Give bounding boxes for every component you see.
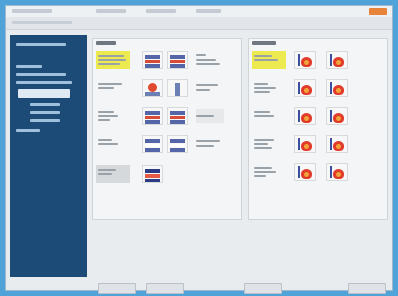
layer-stack-icon[interactable] (142, 107, 163, 125)
row-description (196, 109, 224, 123)
left-panel (92, 38, 242, 220)
text-line (98, 55, 124, 57)
list-item[interactable] (252, 77, 386, 99)
row-label (252, 163, 286, 181)
layer-stack-icon[interactable] (167, 107, 188, 125)
sidebar (10, 35, 87, 277)
heat-icon[interactable] (294, 51, 316, 69)
app-window (5, 5, 393, 294)
menu-item[interactable] (196, 9, 221, 13)
list-item[interactable] (252, 49, 386, 71)
sidebar-item[interactable] (16, 129, 40, 132)
row-label (96, 135, 130, 153)
heat-icon[interactable] (294, 107, 316, 125)
heat-icon[interactable] (326, 107, 348, 125)
row-description (196, 81, 224, 95)
sidebar-item[interactable] (16, 43, 66, 46)
row-label (252, 51, 286, 69)
sidebar-subitem[interactable] (30, 111, 60, 114)
list-item[interactable] (96, 133, 240, 155)
layer-stack-icon[interactable] (167, 135, 188, 153)
heat-icon[interactable] (326, 51, 348, 69)
close-icon[interactable] (369, 8, 387, 15)
list-item[interactable] (96, 163, 240, 185)
heat-icon[interactable] (326, 135, 348, 153)
list-item[interactable] (96, 105, 240, 127)
row-label (252, 79, 286, 97)
main-content (92, 38, 388, 294)
right-panel (248, 38, 388, 220)
layer-stack-icon[interactable] (142, 135, 163, 153)
row-label (252, 107, 286, 125)
list-item[interactable] (96, 49, 240, 71)
heat-icon[interactable] (294, 163, 316, 181)
layer-stack-icon[interactable] (142, 51, 163, 69)
list-item[interactable] (252, 105, 386, 127)
sidebar-item-selected[interactable] (18, 89, 70, 98)
row-label (96, 51, 130, 69)
menu-item[interactable] (96, 9, 126, 13)
row-label (252, 135, 286, 153)
menu-item[interactable] (146, 9, 176, 13)
footer-button[interactable] (146, 283, 184, 294)
footer-button[interactable] (348, 283, 386, 294)
row-label (96, 79, 130, 97)
row-description (196, 53, 224, 67)
layer-stack-icon[interactable] (167, 51, 188, 69)
footer-button[interactable] (98, 283, 136, 294)
window-title (12, 9, 52, 13)
panel-title (252, 41, 276, 45)
sidebar-item[interactable] (16, 73, 66, 76)
panel-title (96, 41, 116, 45)
sidebar-item[interactable] (16, 65, 42, 68)
sidebar-item[interactable] (16, 81, 72, 84)
sidebar-subitem[interactable] (30, 119, 60, 122)
pin-icon[interactable] (167, 79, 188, 97)
toolbar (6, 17, 392, 30)
heat-icon[interactable] (294, 79, 316, 97)
heat-icon[interactable] (294, 135, 316, 153)
text-line (98, 63, 120, 65)
list-item[interactable] (252, 161, 386, 183)
toolbar-text (12, 21, 72, 24)
heat-icon[interactable] (326, 163, 348, 181)
list-item[interactable] (96, 77, 240, 99)
list-item[interactable] (252, 133, 386, 155)
heat-source-icon[interactable] (142, 79, 163, 97)
row-description (196, 137, 224, 151)
layer-stack-icon[interactable] (142, 165, 163, 183)
sidebar-subitem[interactable] (30, 103, 60, 106)
heat-icon[interactable] (326, 79, 348, 97)
row-label (96, 107, 130, 125)
footer-button[interactable] (244, 283, 282, 294)
text-line (98, 59, 126, 61)
row-label (96, 165, 130, 183)
